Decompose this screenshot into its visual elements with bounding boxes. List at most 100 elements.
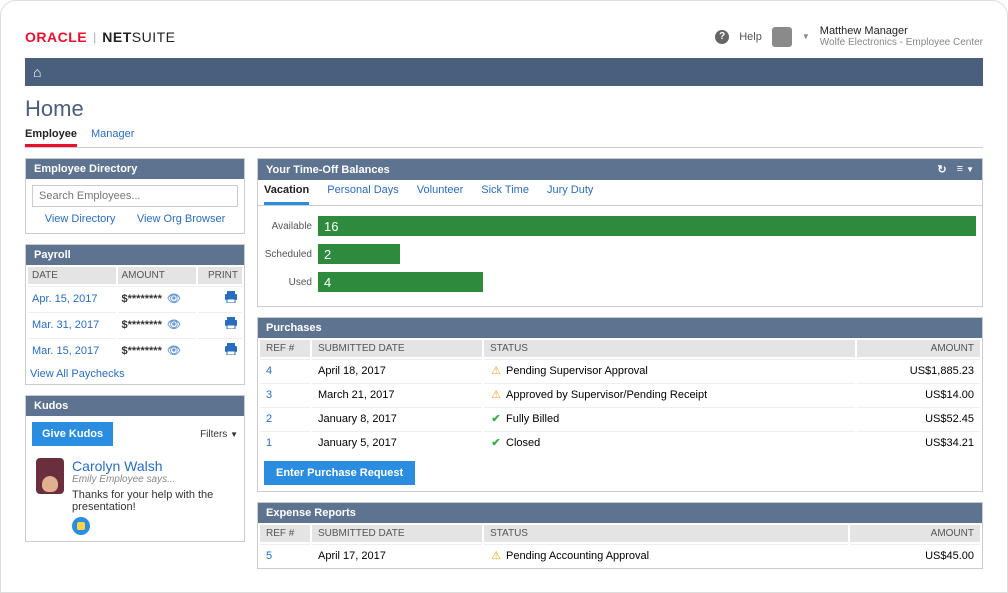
timeoff-bar-row: Scheduled2 [264, 244, 976, 264]
timeoff-bar-label: Available [264, 221, 318, 232]
purchases-portlet: Purchases REF # SUBMITTED DATE STATUS AM… [257, 317, 983, 492]
expenses-col-ref: REF # [260, 525, 310, 542]
timeoff-tab-volunteer[interactable]: Volunteer [417, 184, 463, 205]
kudos-filters[interactable]: Filters ▼ [200, 429, 238, 440]
timeoff-bar-label: Used [264, 277, 318, 288]
table-row: 5April 17, 2017⚠Pending Accounting Appro… [260, 544, 980, 566]
print-button[interactable] [198, 312, 242, 336]
payroll-date[interactable]: Mar. 31, 2017 [28, 312, 116, 336]
chevron-down-icon[interactable]: ▼ [802, 32, 810, 41]
user-avatar-icon[interactable] [772, 27, 792, 47]
kudos-message: Thanks for your help with the presentati… [72, 489, 234, 513]
payroll-title: Payroll [34, 249, 71, 261]
amount-cell: US$14.00 [857, 383, 980, 405]
purchases-title: Purchases [266, 322, 322, 334]
table-row: 1January 5, 2017✔ClosedUS$34.21 [260, 431, 980, 453]
view-org-browser-link[interactable]: View Org Browser [137, 213, 225, 225]
refresh-icon[interactable]: ↻ [937, 163, 946, 176]
amount-cell: US$45.00 [850, 544, 980, 566]
brand-logo: ORACLE | NETSUITE [25, 29, 175, 45]
payroll-date[interactable]: Mar. 15, 2017 [28, 338, 116, 362]
nav-bar: ⌂ [25, 58, 983, 86]
purchases-col-ref: REF # [260, 340, 310, 357]
submitted-date: January 8, 2017 [312, 407, 482, 429]
user-info: Matthew Manager Wolfe Electronics - Empl… [820, 25, 983, 48]
search-employees-input[interactable] [32, 185, 238, 207]
status-cell: ⚠Approved by Supervisor/Pending Receipt [484, 383, 855, 405]
payroll-col-print: PRINT [198, 267, 242, 284]
expenses-col-status: STATUS [484, 525, 848, 542]
warning-icon: ⚠ [490, 549, 502, 562]
ref-link[interactable]: 4 [260, 359, 310, 381]
payroll-amount: $******** 👁 [118, 286, 196, 310]
status-cell: ✔Closed [484, 431, 855, 453]
submitted-date: April 18, 2017 [312, 359, 482, 381]
eye-icon[interactable]: 👁 [167, 293, 181, 305]
enter-purchase-request-button[interactable]: Enter Purchase Request [264, 461, 415, 485]
check-icon: ✔ [490, 412, 502, 425]
give-kudos-button[interactable]: Give Kudos [32, 422, 113, 446]
help-link[interactable]: Help [739, 31, 762, 43]
timeoff-tab-jury-duty[interactable]: Jury Duty [547, 184, 593, 205]
submitted-date: January 5, 2017 [312, 431, 482, 453]
timeoff-tab-vacation[interactable]: Vacation [264, 184, 309, 205]
oracle-wordmark: ORACLE [25, 29, 87, 45]
payroll-col-amount: AMOUNT [118, 267, 196, 284]
kudos-person-name[interactable]: Carolyn Walsh [72, 458, 234, 474]
expenses-col-amount: AMOUNT [850, 525, 980, 542]
netsuite-wordmark: NETSUITE [102, 29, 175, 45]
chevron-down-icon: ▼ [230, 430, 238, 439]
timeoff-tab-sick-time[interactable]: Sick Time [481, 184, 529, 205]
expenses-col-date: SUBMITTED DATE [312, 525, 482, 542]
table-row: 2January 8, 2017✔Fully BilledUS$52.45 [260, 407, 980, 429]
ref-link[interactable]: 3 [260, 383, 310, 405]
warning-icon: ⚠ [490, 364, 502, 377]
page-tabs: Employee Manager [25, 128, 983, 148]
timeoff-bar-label: Scheduled [264, 249, 318, 260]
expenses-title: Expense Reports [266, 507, 356, 519]
print-button[interactable] [198, 338, 242, 362]
payroll-row: Apr. 15, 2017$******** 👁 [28, 286, 242, 310]
timeoff-bar-row: Available16 [264, 216, 976, 236]
kudos-badge-icon [72, 517, 90, 535]
expenses-portlet: Expense Reports REF # SUBMITTED DATE STA… [257, 502, 983, 569]
portlet-menu-icon[interactable]: ≡ ▼ [957, 163, 974, 176]
ref-link[interactable]: 1 [260, 431, 310, 453]
help-icon[interactable]: ? [715, 30, 729, 44]
payroll-amount: $******** 👁 [118, 338, 196, 362]
home-icon[interactable]: ⌂ [33, 64, 41, 80]
user-name: Matthew Manager [820, 25, 983, 37]
print-button[interactable] [198, 286, 242, 310]
payroll-row: Mar. 31, 2017$******** 👁 [28, 312, 242, 336]
kudos-avatar-icon[interactable] [36, 458, 64, 494]
payroll-date[interactable]: Apr. 15, 2017 [28, 286, 116, 310]
timeoff-tab-personal-days[interactable]: Personal Days [327, 184, 399, 205]
table-row: 3March 21, 2017⚠Approved by Supervisor/P… [260, 383, 980, 405]
ref-link[interactable]: 2 [260, 407, 310, 429]
tab-employee[interactable]: Employee [25, 128, 77, 147]
timeoff-bar-row: Used4 [264, 272, 976, 292]
user-subtext: Wolfe Electronics - Employee Center [820, 37, 983, 48]
eye-icon[interactable]: 👁 [167, 319, 181, 331]
table-row: 4April 18, 2017⚠Pending Supervisor Appro… [260, 359, 980, 381]
status-cell: ⚠Pending Accounting Approval [484, 544, 848, 566]
timeoff-tabs: Vacation Personal Days Volunteer Sick Time J… [258, 180, 982, 206]
kudos-subtext: Emily Employee says... [72, 474, 234, 485]
payroll-row: Mar. 15, 2017$******** 👁 [28, 338, 242, 362]
timeoff-title: Your Time-Off Balances [266, 164, 390, 176]
view-directory-link[interactable]: View Directory [45, 213, 116, 225]
app-header: ORACLE | NETSUITE ? Help ▼ Matthew Manag… [25, 19, 983, 58]
purchases-col-status: STATUS [484, 340, 855, 357]
amount-cell: US$1,885.23 [857, 359, 980, 381]
view-all-paychecks-link[interactable]: View All Paychecks [26, 364, 129, 384]
tab-manager[interactable]: Manager [91, 128, 134, 147]
amount-cell: US$52.45 [857, 407, 980, 429]
payroll-amount: $******** 👁 [118, 312, 196, 336]
eye-icon[interactable]: 👁 [167, 345, 181, 357]
timeoff-bar-fill: 2 [318, 244, 400, 264]
payroll-col-date: DATE [28, 267, 116, 284]
timeoff-bar-fill: 16 [318, 216, 976, 236]
employee-directory-portlet: Employee Directory View Directory View O… [25, 158, 245, 234]
page-title: Home [25, 96, 983, 122]
ref-link[interactable]: 5 [260, 544, 310, 566]
